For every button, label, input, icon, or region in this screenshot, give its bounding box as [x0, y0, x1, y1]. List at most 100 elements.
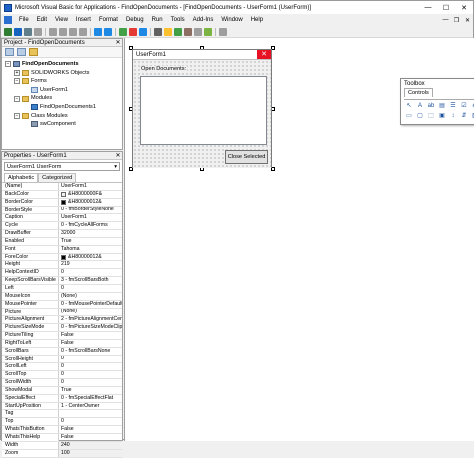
checkbox-icon[interactable]: ☑	[460, 102, 468, 110]
property-value[interactable]: 0 - fmScrollBarsNone	[59, 348, 122, 355]
toolbar-button-icon[interactable]	[119, 27, 127, 36]
property-row[interactable]: (Name) UserForm1	[2, 183, 122, 191]
property-value[interactable]: 32000	[59, 230, 122, 237]
menu-item-help[interactable]: Help	[247, 17, 267, 23]
close-selected-button[interactable]: Close Selected	[225, 150, 268, 164]
property-value[interactable]: 0	[59, 285, 122, 292]
property-row[interactable]: PictureTiling False	[2, 332, 122, 340]
property-row[interactable]: BackColor &H8000000F&	[2, 190, 122, 199]
commandbutton-icon[interactable]: ▢	[416, 112, 424, 120]
documents-listbox[interactable]	[140, 76, 267, 145]
property-value[interactable]: &H80000012&	[59, 199, 122, 206]
menu-item-format[interactable]: Format	[95, 17, 122, 23]
label-icon[interactable]: A	[416, 102, 424, 110]
maximize-button[interactable]: ☐	[437, 1, 455, 14]
toolbar-button-icon[interactable]	[49, 27, 57, 36]
toolbar-button-icon[interactable]	[34, 27, 42, 36]
minimize-button[interactable]: —	[419, 1, 437, 14]
toolbar-button-icon[interactable]	[174, 27, 182, 36]
property-value[interactable]: (None)	[59, 293, 122, 300]
property-row[interactable]: WhatsThisHelp False	[2, 434, 122, 442]
tree-node[interactable]: UserForm1	[2, 86, 122, 95]
property-row[interactable]: ScrollTop 0	[2, 371, 122, 380]
menu-item-debug[interactable]: Debug	[122, 17, 148, 23]
tab-controls[interactable]: Controls	[404, 88, 433, 97]
open-documents-label[interactable]: Open Documents:	[140, 66, 188, 72]
property-value[interactable]: 3 - fmScrollBarsBoth	[59, 277, 122, 284]
menu-item-tools[interactable]: Tools	[167, 17, 189, 23]
property-row[interactable]: MousePointer 0 - fmMousePointerDefault	[2, 300, 122, 309]
property-row[interactable]: Tag	[2, 410, 122, 419]
menu-item-run[interactable]: Run	[148, 17, 167, 23]
property-row[interactable]: ShowModal True	[2, 386, 122, 395]
project-close-icon[interactable]: ✕	[114, 39, 122, 46]
tree-node[interactable]: + SOLIDWORKS Objects	[2, 69, 122, 78]
toolbar-button-icon[interactable]	[14, 27, 22, 36]
expand-toggle-icon[interactable]: −	[5, 61, 11, 68]
property-value[interactable]: 0 - fmSpecialEffectFlat	[59, 395, 122, 402]
tree-node[interactable]: swComponent	[2, 120, 122, 129]
object-selector[interactable]: UserForm1 UserForm ▾	[4, 162, 120, 171]
toolbar-button-icon[interactable]	[59, 27, 67, 36]
menu-item-addins[interactable]: Add-Ins	[189, 17, 218, 23]
property-row[interactable]: HelpContextID 0	[2, 269, 122, 278]
property-value[interactable]: 2 - fmPictureAlignmentCenter	[59, 316, 122, 323]
toolbar-button-icon[interactable]	[164, 27, 172, 36]
property-row[interactable]: StartUpPosition 1 - CenterOwner	[2, 402, 122, 411]
toolbar-button-icon[interactable]	[219, 27, 227, 36]
property-row[interactable]: Zoom 100	[2, 449, 122, 458]
toolbar-button-icon[interactable]	[154, 27, 162, 36]
mdi-close-button[interactable]: ✕	[462, 17, 473, 24]
spinbutton-icon[interactable]: ⇵	[460, 112, 468, 120]
menu-item-view[interactable]: View	[51, 17, 72, 23]
property-value[interactable]: 0	[59, 371, 122, 378]
property-value[interactable]: 1 - CenterOwner	[59, 403, 122, 410]
expand-toggle-icon[interactable]: +	[14, 69, 20, 76]
property-value[interactable]: 0 - fmMousePointerDefault	[59, 301, 122, 308]
property-value[interactable]: 0	[59, 269, 122, 276]
property-row[interactable]: Left 0	[2, 284, 122, 293]
property-row[interactable]: Picture (None)	[2, 308, 122, 317]
tree-node[interactable]: − Modules	[2, 94, 122, 103]
menu-item-window[interactable]: Window	[217, 17, 246, 23]
property-value[interactable]: Tahoma	[59, 246, 122, 253]
property-value[interactable]: 100	[59, 450, 122, 457]
view-code-icon[interactable]	[5, 48, 14, 56]
tree-node[interactable]: − Class Modules	[2, 112, 122, 121]
property-row[interactable]: Width 240	[2, 441, 122, 450]
toolbar-button-icon[interactable]	[69, 27, 77, 36]
menu-item-insert[interactable]: Insert	[72, 17, 95, 23]
userform-grid-surface[interactable]: Open Documents: Close Selected	[133, 60, 271, 168]
tree-node[interactable]: FindOpenDocuments1	[2, 103, 122, 112]
property-row[interactable]: BorderStyle 0 - fmBorderStyleNone	[2, 206, 122, 215]
frame-icon[interactable]: ▭	[405, 112, 413, 120]
property-value[interactable]	[59, 410, 122, 417]
property-row[interactable]: Enabled True	[2, 237, 122, 246]
property-row[interactable]: KeepScrollBarsVisible 3 - fmScrollBarsBot…	[2, 277, 122, 285]
combobox-icon[interactable]: ▤	[438, 102, 446, 110]
property-value[interactable]: True	[59, 238, 122, 245]
property-row[interactable]: PictureSizeMode 0 - fmPictureSizeModeClip	[2, 324, 122, 333]
toolbar-button-icon[interactable]	[139, 27, 147, 36]
property-row[interactable]: ScrollWidth 0	[2, 379, 122, 387]
property-value[interactable]: UserForm1	[59, 214, 122, 221]
toolbar-button-icon[interactable]	[194, 27, 202, 36]
textbox-icon[interactable]: ab	[427, 102, 435, 110]
property-value[interactable]: &H80000012&	[59, 254, 122, 261]
close-button[interactable]: ✕	[455, 1, 473, 14]
toolbar-button-icon[interactable]	[129, 27, 137, 36]
view-object-icon[interactable]	[17, 48, 26, 56]
property-value[interactable]: False	[59, 426, 122, 433]
property-value[interactable]: 0 - fmPictureSizeModeClip	[59, 324, 122, 331]
property-value[interactable]: 219	[59, 261, 122, 268]
property-row[interactable]: BorderColor &H80000012&	[2, 198, 122, 207]
toolbar-button-icon[interactable]	[184, 27, 192, 36]
property-value[interactable]: 0	[59, 356, 122, 363]
expand-toggle-icon[interactable]: −	[14, 95, 20, 102]
property-row[interactable]: SpecialEffect 0 - fmSpecialEffectFlat	[2, 394, 122, 403]
toolbar-button-icon[interactable]	[24, 27, 32, 36]
toolbar-button-icon[interactable]	[104, 27, 112, 36]
tree-node[interactable]: − Forms	[2, 77, 122, 86]
listbox-icon[interactable]: ☰	[449, 102, 457, 110]
userform[interactable]: UserForm1 ✕ Open Documents: Close Select…	[132, 49, 272, 168]
